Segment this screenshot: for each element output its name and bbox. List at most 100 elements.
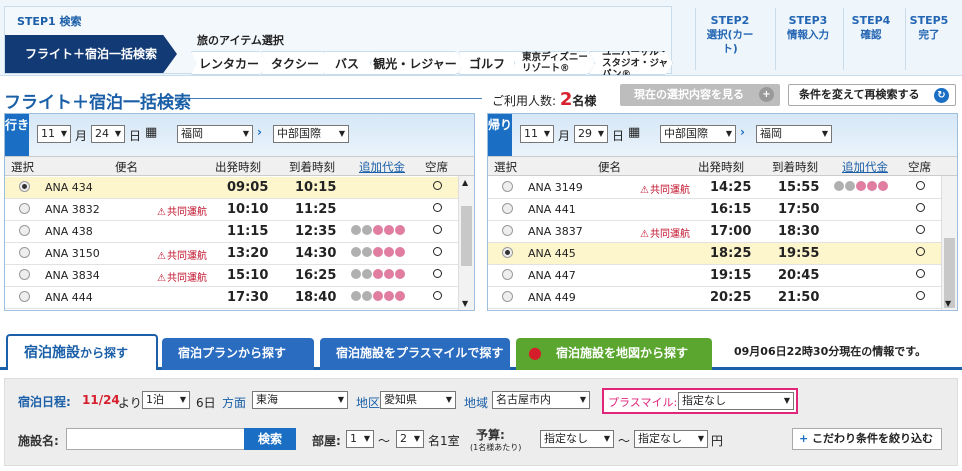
title-rule — [190, 98, 482, 99]
tab4-label: 宿泊施設を地図から探す — [556, 346, 689, 360]
inbound-dir-label: 帰り — [488, 114, 512, 156]
codeshare-link[interactable]: 共同運航 — [640, 181, 690, 196]
dep-time: 15:10 — [227, 268, 269, 283]
item-usj[interactable]: ユニバーサル・スタジオ・ジャパン® — [589, 51, 673, 75]
flight-radio[interactable] — [502, 225, 513, 236]
persons-value: 2 — [559, 89, 573, 110]
flight-row[interactable]: ANA 449 20:25 21:50 — [488, 287, 957, 309]
budget-to-select[interactable]: 指定なし — [634, 430, 708, 448]
room-to-select[interactable]: 2 — [396, 430, 424, 448]
flight-radio[interactable] — [502, 269, 513, 280]
inbound-to-select[interactable]: 福岡 — [756, 125, 832, 143]
step5: STEP5 完了 — [904, 14, 954, 64]
mile-coin-icon — [373, 225, 383, 235]
narrow-conditions-button[interactable]: + こだわり条件を絞り込む — [792, 428, 942, 450]
item-golf[interactable]: ゴルフ — [459, 51, 515, 75]
flight-row[interactable]: ANA 3832 共同運航 10:10 11:25 — [5, 199, 474, 221]
flight-row[interactable]: ANA 445 18:25 19:55 — [488, 243, 957, 265]
flight-radio[interactable] — [502, 203, 513, 214]
col-extra-link[interactable]: 追加代金 — [842, 159, 888, 175]
item-sightseeing[interactable]: 観光・レジャー — [365, 51, 465, 75]
arr-time: 17:50 — [778, 202, 820, 217]
flight-row[interactable]: ANA 3150 共同運航 13:20 14:30 — [5, 243, 474, 265]
scroll-down-icon[interactable]: ▼ — [462, 299, 468, 308]
room-label: 部屋: — [312, 434, 341, 448]
tab-map-search[interactable]: ● 宿泊施設を地図から探す — [516, 338, 712, 370]
region-select[interactable]: 愛知県 — [380, 391, 456, 409]
inbound-from-select[interactable]: 中部国際 — [660, 125, 736, 143]
plusmile-select[interactable]: 指定なし — [678, 392, 794, 410]
inbound-month-select[interactable]: 11 — [520, 125, 554, 143]
flight-radio[interactable] — [19, 291, 30, 302]
flight-row[interactable]: ANA 447 19:15 20:45 — [488, 265, 957, 287]
flight-number: ANA 445 — [528, 247, 576, 260]
flight-radio[interactable] — [19, 203, 30, 214]
arr-time: 18:30 — [778, 224, 820, 239]
outbound-from-select[interactable]: 福岡 — [177, 125, 253, 143]
codeshare-link[interactable]: 共同運航 — [157, 269, 207, 284]
budget-from-select[interactable]: 指定なし — [540, 430, 614, 448]
flight-row[interactable]: ANA 3837 共同運航 17:00 18:30 — [488, 221, 957, 243]
nights-select[interactable]: 1泊 — [142, 391, 190, 409]
month-unit: 月 — [558, 129, 571, 143]
scroll-thumb[interactable] — [944, 238, 955, 308]
flight-row[interactable]: ANA 434 09:05 10:15 — [5, 177, 474, 199]
zone-label: 地域 — [464, 396, 489, 410]
flight-radio[interactable] — [19, 269, 30, 280]
outbound-month-select[interactable]: 11 — [37, 125, 71, 143]
flight-row[interactable]: ANA 3834 共同運航 15:10 16:25 — [5, 265, 474, 287]
scroll-down-icon[interactable]: ▼ — [945, 299, 951, 308]
scroll-thumb[interactable] — [461, 206, 472, 266]
col-flight: 便名 — [115, 160, 138, 174]
calendar-icon[interactable]: ▦ — [628, 125, 640, 140]
dep-time: 11:15 — [227, 224, 269, 239]
hotel-name-input[interactable] — [66, 428, 246, 450]
mile-coin-icon — [373, 247, 383, 257]
scroll-up-icon[interactable]: ▲ — [462, 178, 468, 187]
inbound-day-select[interactable]: 29 — [574, 125, 608, 143]
flight-radio[interactable] — [502, 247, 513, 258]
tab-plusmile-search[interactable]: 宿泊施設をプラスマイルで探す — [320, 338, 510, 370]
seat-available-icon — [916, 225, 925, 234]
inbound-scrollbar[interactable]: ▼ — [941, 176, 957, 310]
zone-select[interactable]: 名古屋市内 — [492, 391, 590, 409]
codeshare-link[interactable]: 共同運航 — [640, 225, 690, 240]
hotel-search-button[interactable]: 検索 — [244, 428, 296, 450]
tab-plan-search[interactable]: 宿泊プランから探す — [162, 338, 314, 370]
flight-radio[interactable] — [502, 291, 513, 302]
flight-hotel-tab[interactable]: フライト＋宿泊一括検索 — [5, 35, 177, 73]
research-button[interactable]: 条件を変えて再検索する ↻ — [788, 84, 956, 106]
room-from-select[interactable]: 1 — [346, 430, 374, 448]
codeshare-link[interactable]: 共同運航 — [157, 203, 207, 218]
step-bar: STEP1 検索 フライト＋宿泊一括検索 旅のアイテム選択 レンタカー タクシー… — [0, 0, 962, 76]
narrow-label: こだわり条件を絞り込む — [812, 432, 934, 445]
flight-radio[interactable] — [19, 181, 30, 192]
col-extra-link[interactable]: 追加代金 — [359, 159, 405, 175]
flight-radio[interactable] — [19, 225, 30, 236]
codeshare-link[interactable]: 共同運航 — [157, 247, 207, 262]
tab-hotel-search[interactable]: 宿泊施設から探す — [6, 334, 158, 370]
mile-coin-icon — [351, 269, 361, 279]
col-select: 選択 — [11, 160, 34, 174]
flight-radio[interactable] — [19, 247, 30, 258]
area-select[interactable]: 東海 — [252, 391, 348, 409]
item-tdr[interactable]: 東京ディズニーリゾート® — [509, 51, 595, 75]
flight-number: ANA 434 — [45, 181, 93, 194]
item-bus[interactable]: バス — [323, 51, 371, 75]
flight-row[interactable]: ANA 444 17:30 18:40 — [5, 287, 474, 309]
item-taxi[interactable]: タクシー — [261, 51, 329, 75]
outbound-to-select[interactable]: 中部国際 — [273, 125, 349, 143]
flight-radio[interactable] — [502, 181, 513, 192]
calendar-icon[interactable]: ▦ — [145, 125, 157, 140]
view-current-button[interactable]: 現在の選択内容を見る + — [620, 84, 780, 106]
flight-row[interactable]: ANA 3149 共同運航 14:25 15:55 — [488, 177, 957, 199]
flight-row[interactable]: ANA 438 11:15 12:35 — [5, 221, 474, 243]
outbound-day-select[interactable]: 24 — [91, 125, 125, 143]
flight-row[interactable]: ANA 441 16:15 17:50 — [488, 199, 957, 221]
tab1-main: 宿泊施設 — [24, 345, 80, 361]
outbound-scrollbar[interactable]: ▲ ▼ — [458, 176, 474, 310]
step-divider — [682, 8, 696, 70]
item-rentacar[interactable]: レンタカー — [191, 51, 267, 75]
mile-coin-icon — [867, 181, 877, 191]
dep-time: 16:15 — [710, 202, 752, 217]
